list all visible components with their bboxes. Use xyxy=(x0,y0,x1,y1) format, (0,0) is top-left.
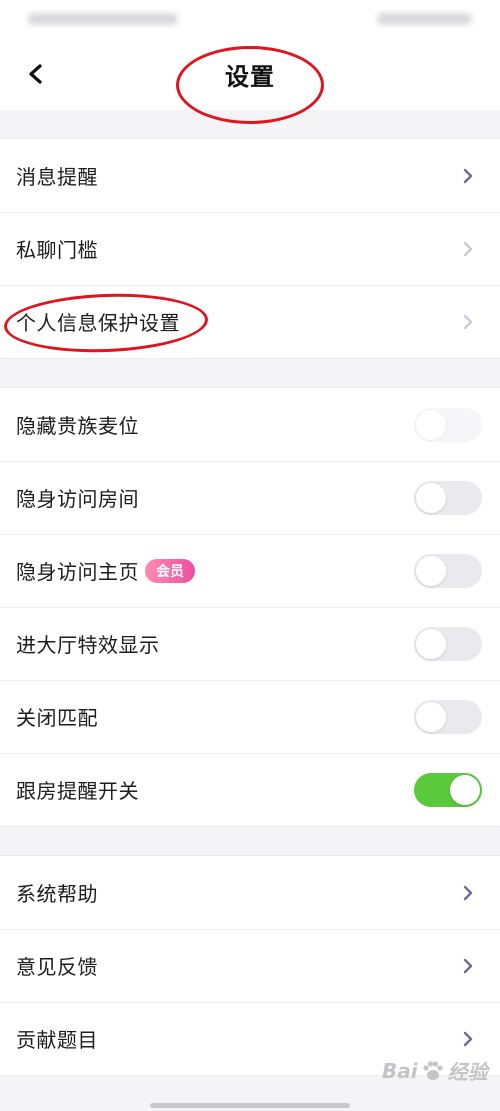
status-bar-right-blurred xyxy=(377,13,472,25)
invisible-profile-visit-toggle[interactable] xyxy=(414,553,482,588)
setting-label: 关闭匹配 xyxy=(16,706,98,730)
chevron-right-icon xyxy=(458,956,478,976)
chevron-right-icon xyxy=(458,239,478,259)
lobby-effects-toggle[interactable] xyxy=(414,626,482,661)
setting-label: 私聊门槛 xyxy=(16,238,98,262)
home-indicator xyxy=(150,1103,350,1108)
setting-label-group: 隐身访问主页 会员 xyxy=(16,556,195,585)
setting-row-private-chat-threshold[interactable]: 私聊门槛 xyxy=(0,212,500,285)
setting-row-system-help[interactable]: 系统帮助 xyxy=(0,856,500,929)
toggle-knob xyxy=(416,628,446,659)
chevron-right-icon xyxy=(458,883,478,903)
back-button[interactable] xyxy=(18,56,54,92)
status-bar xyxy=(0,0,500,38)
toggle-knob xyxy=(416,701,446,732)
nav-bar: 设置 xyxy=(0,38,500,124)
toggle-knob xyxy=(416,555,446,586)
chevron-right-icon xyxy=(458,312,478,332)
group-gap xyxy=(0,359,500,387)
setting-label: 跟房提醒开关 xyxy=(16,779,139,803)
setting-row-feedback[interactable]: 意见反馈 xyxy=(0,929,500,1002)
setting-row-disable-matching: 关闭匹配 xyxy=(0,680,500,753)
disable-matching-toggle[interactable] xyxy=(414,699,482,734)
setting-row-personal-info-protection[interactable]: 个人信息保护设置 xyxy=(0,285,500,358)
setting-label: 进大厅特效显示 xyxy=(16,633,160,657)
setting-row-message-reminder[interactable]: 消息提醒 xyxy=(0,139,500,212)
chevron-right-icon xyxy=(458,1029,478,1049)
setting-label: 系统帮助 xyxy=(16,882,98,906)
hide-noble-seat-toggle[interactable] xyxy=(414,407,482,442)
setting-row-lobby-effects: 进大厅特效显示 xyxy=(0,607,500,680)
group-gap xyxy=(0,827,500,855)
watermark-text-right: 经验 xyxy=(447,1060,488,1084)
setting-label: 隐藏贵族麦位 xyxy=(16,414,139,438)
setting-row-hide-noble-seat: 隐藏贵族麦位 xyxy=(0,388,500,461)
paw-icon xyxy=(423,1060,443,1080)
settings-group-visibility: 隐藏贵族麦位 隐身访问房间 隐身访问主页 会员 进大厅特效显示 关闭匹配 跟房提… xyxy=(0,387,500,827)
chevron-right-icon xyxy=(458,166,478,186)
setting-label: 意见反馈 xyxy=(16,955,98,979)
toggle-knob xyxy=(416,482,446,513)
follow-room-reminder-toggle[interactable] xyxy=(414,772,482,807)
setting-row-invisible-room-visit: 隐身访问房间 xyxy=(0,461,500,534)
setting-row-follow-room-reminder: 跟房提醒开关 xyxy=(0,753,500,826)
group-gap xyxy=(0,110,500,138)
status-bar-left-blurred xyxy=(28,13,178,25)
chevron-left-icon xyxy=(29,64,42,84)
watermark-text-left: Bai xyxy=(382,1058,418,1083)
page-title: 设置 xyxy=(225,62,275,91)
setting-label: 隐身访问主页 xyxy=(16,560,139,584)
vip-badge: 会员 xyxy=(145,558,195,583)
settings-group-support: 系统帮助 意见反馈 贡献题目 xyxy=(0,855,500,1076)
baidu-watermark: Bai 经验 xyxy=(382,1056,488,1085)
setting-row-invisible-profile-visit: 隐身访问主页 会员 xyxy=(0,534,500,607)
settings-group-privacy: 消息提醒 私聊门槛 个人信息保护设置 xyxy=(0,138,500,359)
toggle-knob xyxy=(416,409,446,440)
setting-label: 隐身访问房间 xyxy=(16,487,139,511)
toggle-knob xyxy=(450,774,480,805)
setting-label: 个人信息保护设置 xyxy=(16,311,180,335)
setting-label: 消息提醒 xyxy=(16,165,98,189)
setting-label: 贡献题目 xyxy=(16,1028,98,1052)
invisible-room-visit-toggle[interactable] xyxy=(414,480,482,515)
